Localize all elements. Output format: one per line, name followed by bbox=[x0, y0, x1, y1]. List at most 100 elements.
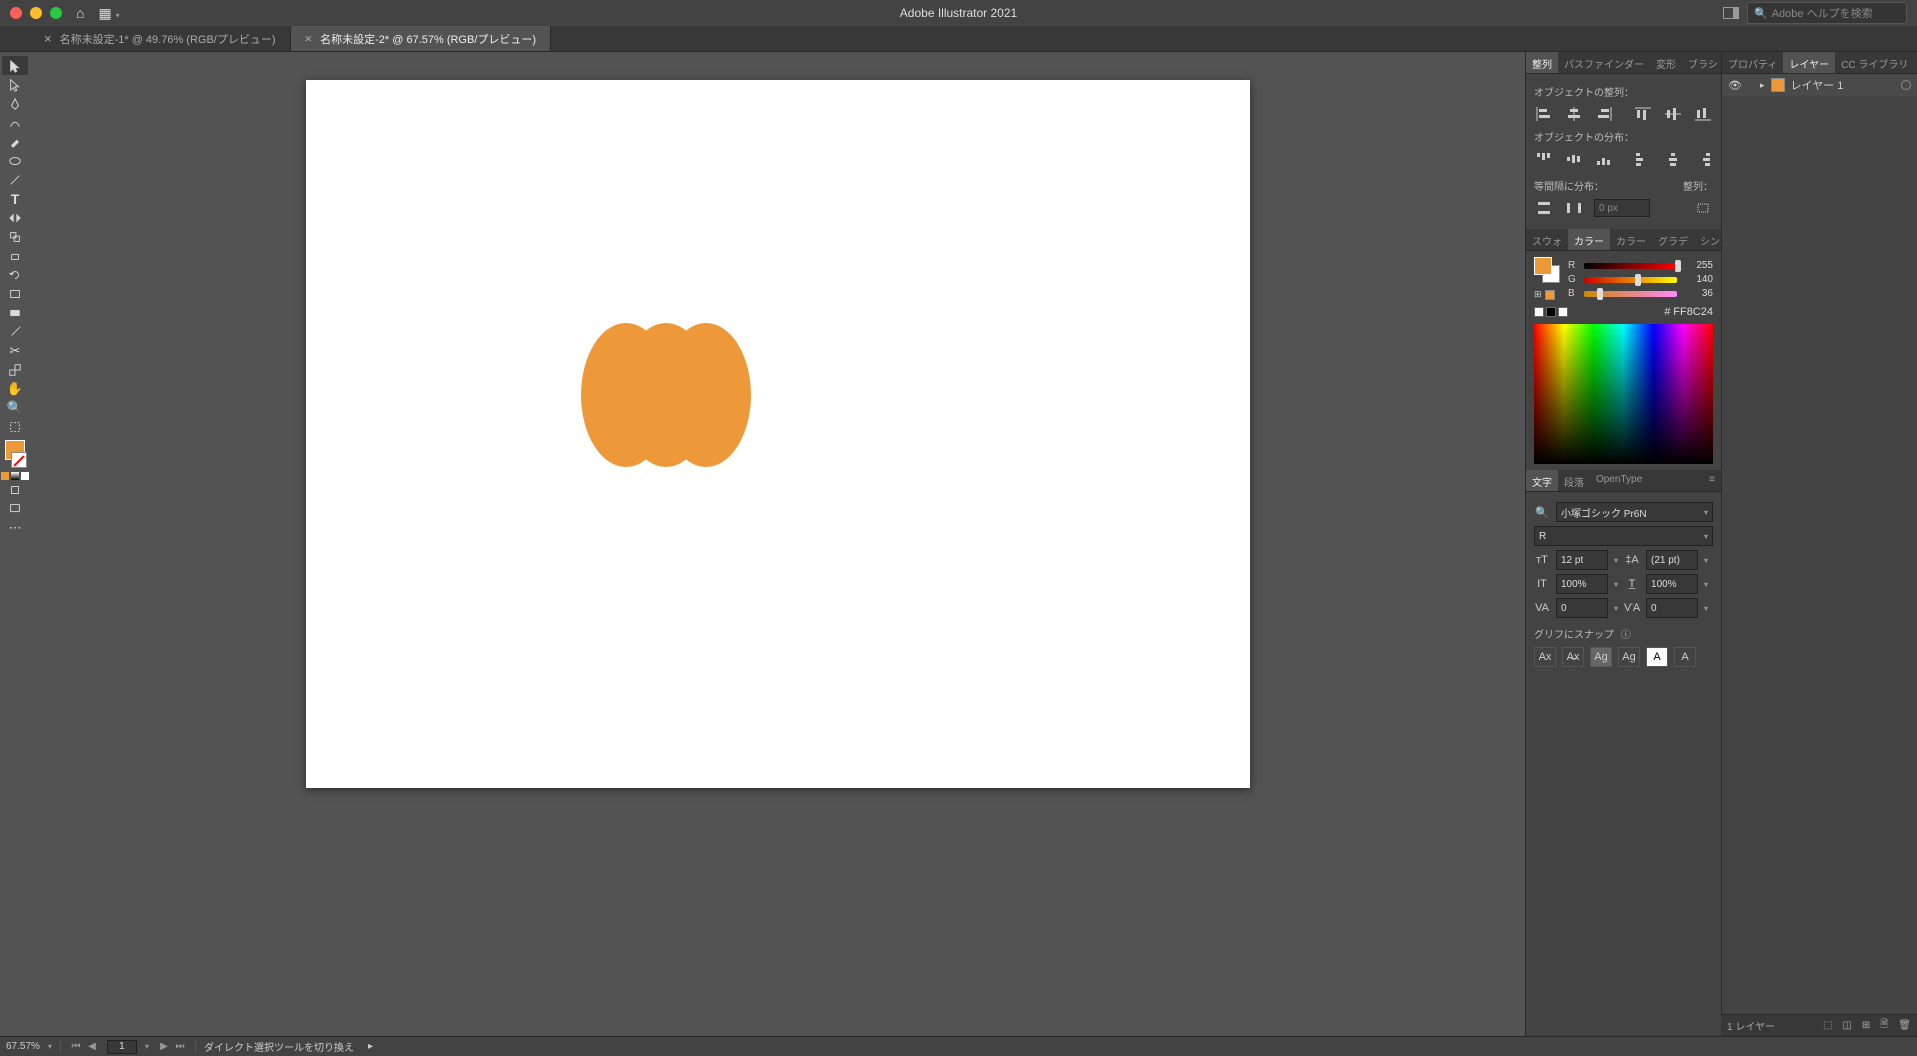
locate-layer-icon[interactable]: ⬚ bbox=[1823, 1020, 1832, 1031]
color-spectrum[interactable] bbox=[1534, 324, 1713, 464]
eyedropper-tool[interactable] bbox=[2, 322, 28, 341]
last-artboard-icon[interactable]: ⏭ bbox=[173, 1041, 187, 1052]
align-vcenter-icon[interactable] bbox=[1663, 105, 1683, 123]
vscale-input[interactable]: 100% bbox=[1556, 574, 1608, 594]
hex-value[interactable]: FF8C24 bbox=[1673, 306, 1713, 318]
line-tool[interactable] bbox=[2, 170, 28, 189]
dist-hspace-icon[interactable] bbox=[1564, 199, 1584, 217]
font-style-input[interactable]: R▾ bbox=[1534, 526, 1713, 546]
align-hcenter-icon[interactable] bbox=[1564, 105, 1584, 123]
align-top-icon[interactable] bbox=[1633, 105, 1653, 123]
b-value[interactable]: 36 bbox=[1683, 288, 1713, 299]
gradient-mode-icon[interactable] bbox=[11, 472, 19, 480]
gradient-tool[interactable] bbox=[2, 303, 28, 322]
rectangle-tool[interactable] bbox=[2, 284, 28, 303]
clip-mask-icon[interactable]: ◫ bbox=[1842, 1020, 1851, 1031]
chevron-right-icon[interactable]: ▸ bbox=[368, 1041, 373, 1052]
r-value[interactable]: 255 bbox=[1683, 260, 1713, 271]
home-icon[interactable]: ⌂ bbox=[76, 5, 84, 21]
canvas-area[interactable] bbox=[30, 52, 1525, 1036]
dist-left-icon[interactable] bbox=[1633, 150, 1653, 168]
panel-menu-icon[interactable]: ≡ bbox=[1703, 470, 1721, 491]
tab-opentype[interactable]: OpenType bbox=[1590, 470, 1648, 491]
arrange-menu-icon[interactable]: ▦ ▾ bbox=[98, 5, 119, 22]
tab-color-guide[interactable]: カラー bbox=[1610, 229, 1652, 250]
curvature-tool[interactable] bbox=[2, 113, 28, 132]
r-slider[interactable] bbox=[1584, 263, 1677, 269]
b-slider[interactable] bbox=[1584, 291, 1677, 297]
edit-toolbar-icon[interactable]: ⋯ bbox=[2, 518, 28, 537]
minimize-window[interactable] bbox=[30, 7, 42, 19]
tab-properties[interactable]: プロパティ bbox=[1722, 52, 1783, 73]
glyph-btn-2[interactable]: A̶x bbox=[1562, 647, 1584, 667]
glyph-btn-6[interactable]: A bbox=[1674, 647, 1696, 667]
hand-tool[interactable]: ✋ bbox=[2, 379, 28, 398]
zoom-tool[interactable]: 🔍 bbox=[2, 398, 28, 417]
layer-row[interactable]: 👁 ▸ レイヤー 1 bbox=[1722, 74, 1917, 96]
reflect-tool[interactable] bbox=[2, 208, 28, 227]
draw-mode-icon[interactable] bbox=[2, 480, 28, 499]
visibility-icon[interactable]: 👁 bbox=[1728, 79, 1742, 92]
tab-pathfinder[interactable]: パスファインダー bbox=[1558, 52, 1650, 73]
info-icon[interactable]: ⓘ bbox=[1621, 630, 1631, 641]
delete-layer-icon[interactable]: 🗑 bbox=[1898, 1020, 1911, 1031]
stroke-color-swatch[interactable] bbox=[11, 452, 27, 468]
leading-input[interactable]: (21 pt) bbox=[1646, 550, 1698, 570]
tab-color[interactable]: カラー bbox=[1568, 229, 1610, 250]
chevron-down-icon[interactable]: ▾ bbox=[145, 1042, 149, 1051]
fill-stroke-swatch[interactable] bbox=[1534, 257, 1560, 283]
align-bottom-icon[interactable] bbox=[1693, 105, 1713, 123]
prev-artboard-icon[interactable]: ◀ bbox=[85, 1041, 99, 1052]
g-slider[interactable] bbox=[1584, 277, 1677, 283]
close-icon[interactable]: × bbox=[305, 31, 313, 46]
align-left-icon[interactable] bbox=[1534, 105, 1554, 123]
tab-swatches[interactable]: スウォ bbox=[1526, 229, 1568, 250]
glyph-btn-1[interactable]: Ax bbox=[1534, 647, 1556, 667]
glyph-btn-3[interactable]: Ag bbox=[1590, 647, 1612, 667]
new-layer-icon[interactable]: 🗎 bbox=[1880, 1017, 1888, 1034]
scissors-tool[interactable]: ✂ bbox=[2, 341, 28, 360]
dist-hcenter-icon[interactable] bbox=[1663, 150, 1683, 168]
shape-builder-tool[interactable] bbox=[2, 227, 28, 246]
dist-right-icon[interactable] bbox=[1693, 150, 1713, 168]
help-search[interactable]: 🔍 Adobe ヘルプを検索 bbox=[1747, 2, 1907, 24]
target-icon[interactable] bbox=[1901, 80, 1911, 90]
g-value[interactable]: 140 bbox=[1683, 274, 1713, 285]
chevron-right-icon[interactable]: ▸ bbox=[1760, 80, 1765, 91]
close-window[interactable] bbox=[10, 7, 22, 19]
dist-vcenter-icon[interactable] bbox=[1564, 150, 1584, 168]
tracking-input[interactable]: 0 bbox=[1646, 598, 1698, 618]
tab-layers[interactable]: レイヤー bbox=[1783, 52, 1835, 73]
first-artboard-icon[interactable]: ⏮ bbox=[69, 1041, 83, 1052]
artboard-tool[interactable] bbox=[2, 417, 28, 436]
align-right-icon[interactable] bbox=[1594, 105, 1614, 123]
workspace-layout-icon[interactable] bbox=[1723, 7, 1739, 19]
tab-character[interactable]: 文字 bbox=[1526, 470, 1558, 491]
dist-vspace-icon[interactable] bbox=[1534, 199, 1554, 217]
type-tool[interactable]: T bbox=[2, 189, 28, 208]
tab-align[interactable]: 整列 bbox=[1526, 52, 1558, 73]
document-tab-2[interactable]: × 名称未設定-2* @ 67.57% (RGB/プレビュー) bbox=[291, 26, 552, 51]
none-mode-icon[interactable] bbox=[21, 472, 29, 480]
selection-tool[interactable] bbox=[2, 56, 28, 75]
hscale-input[interactable]: 100% bbox=[1646, 574, 1698, 594]
next-artboard-icon[interactable]: ▶ bbox=[157, 1041, 171, 1052]
dist-top-icon[interactable] bbox=[1534, 150, 1554, 168]
ellipse-tool[interactable] bbox=[2, 151, 28, 170]
pen-tool[interactable] bbox=[2, 94, 28, 113]
tab-paragraph[interactable]: 段落 bbox=[1558, 470, 1590, 491]
align-to-selection-icon[interactable] bbox=[1693, 199, 1713, 217]
font-size-input[interactable]: 12 pt bbox=[1556, 550, 1608, 570]
artboard-number-input[interactable] bbox=[107, 1040, 137, 1054]
tab-brushes[interactable]: ブラシ bbox=[1682, 52, 1724, 73]
dist-bottom-icon[interactable] bbox=[1594, 150, 1614, 168]
direct-selection-tool[interactable] bbox=[2, 75, 28, 94]
document-tab-1[interactable]: × 名称未設定-1* @ 49.76% (RGB/プレビュー) bbox=[30, 26, 291, 51]
brush-tool[interactable] bbox=[2, 132, 28, 151]
scale-tool[interactable] bbox=[2, 360, 28, 379]
white-swatch-icon[interactable] bbox=[1558, 307, 1568, 317]
tab-cc-libraries[interactable]: CC ライブラリ bbox=[1835, 52, 1914, 73]
kerning-input[interactable]: 0 bbox=[1556, 598, 1608, 618]
pumpkin-shape[interactable] bbox=[576, 320, 756, 470]
eraser-tool[interactable] bbox=[2, 246, 28, 265]
